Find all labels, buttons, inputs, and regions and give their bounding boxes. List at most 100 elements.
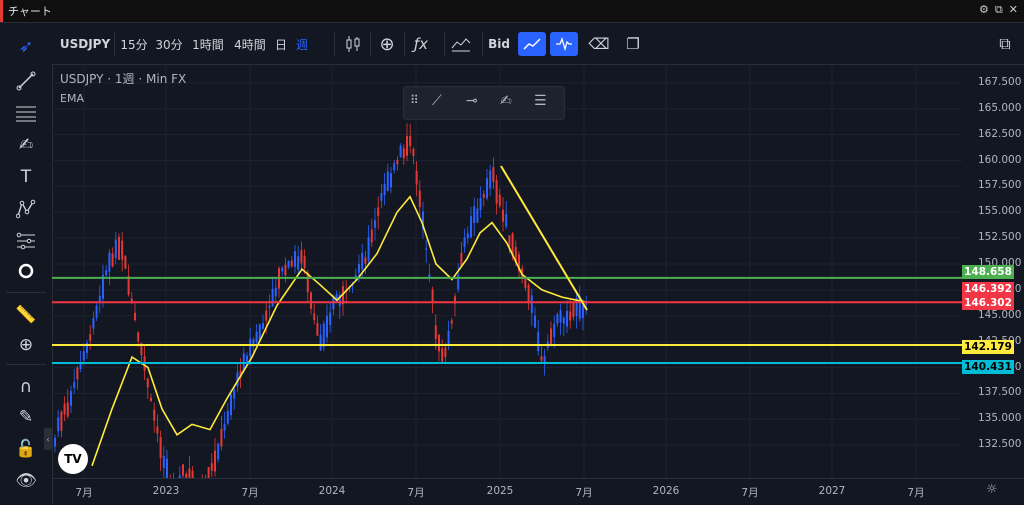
templates-icon[interactable]: [448, 32, 474, 56]
candle-body: [527, 285, 530, 304]
interval-30m[interactable]: 30分: [152, 32, 186, 56]
price-label: 145.000: [978, 308, 1022, 321]
trend-toggle-icon[interactable]: [518, 32, 546, 56]
layouts-icon[interactable]: ❐: [620, 32, 646, 56]
toolbar-divider: [334, 32, 335, 56]
candle-body: [409, 136, 412, 147]
candle-body: [217, 443, 220, 460]
clear-brush-icon[interactable]: ⌫: [586, 32, 612, 56]
horizontal-lines-icon[interactable]: [12, 100, 40, 126]
interval-1h[interactable]: 1時間: [188, 32, 228, 56]
lock-draw-icon[interactable]: ✎: [12, 404, 40, 430]
candle-body: [274, 287, 277, 297]
candle-body: [124, 255, 127, 269]
time-axis[interactable]: 7月 2023 7月 2024 7月 2025 7月 2026 7月 2027 7月: [52, 478, 1024, 505]
collapse-sidebar-icon[interactable]: ‹: [44, 428, 52, 450]
interval-15m[interactable]: 15分: [118, 32, 150, 56]
candle-body: [137, 332, 140, 342]
chart-legend-ema[interactable]: EMA: [60, 92, 84, 105]
price-tag: 140.431: [962, 360, 1014, 374]
candle-body: [76, 367, 79, 380]
candle-body: [79, 363, 82, 369]
popout-icon[interactable]: ⧉: [995, 3, 1003, 17]
trendline-icon[interactable]: ⟋: [432, 93, 442, 109]
time-label: 7月: [741, 487, 759, 499]
brush-icon[interactable]: ✍: [500, 93, 512, 109]
text-icon[interactable]: T: [12, 164, 40, 190]
candle-body: [438, 334, 440, 352]
trendline-icon[interactable]: [12, 68, 40, 94]
candle-body: [444, 347, 447, 357]
chart-toolbar: USDJPY 15分 30分 1時間 4時間 日 週 ⊕ ƒx Bid ⌫ ❐ …: [52, 24, 1024, 65]
candle-body: [374, 220, 376, 228]
circle-icon[interactable]: [12, 258, 40, 284]
candle-body: [255, 331, 258, 343]
candle-body: [82, 351, 85, 361]
candle-body: [329, 312, 332, 325]
price-label: 165.000: [978, 101, 1022, 114]
candle-body: [550, 328, 552, 344]
candle-body: [530, 295, 533, 313]
chart-settings-icon[interactable]: ☼: [986, 482, 998, 497]
toolbar-divider: [482, 32, 483, 56]
candle-body: [214, 450, 216, 472]
candle-body: [495, 180, 498, 204]
candle-body: [402, 148, 405, 159]
window-titlebar: チャート ⚙ ⧉ ✕: [0, 0, 1024, 23]
multi-window-icon[interactable]: ⧉: [992, 32, 1018, 56]
zoom-icon[interactable]: ⊕: [12, 332, 40, 358]
candle-body: [207, 467, 210, 478]
price-tag: 146.392: [962, 282, 1014, 296]
candle-body: [284, 264, 287, 276]
candle-body: [582, 305, 584, 318]
candles-icon[interactable]: [340, 32, 366, 56]
time-label: 2027: [818, 485, 846, 497]
candle-body: [482, 193, 485, 198]
candle-body: [310, 292, 312, 309]
eye-icon[interactable]: 👁: [12, 468, 40, 494]
price-chart[interactable]: [52, 64, 962, 478]
candle-body: [281, 267, 284, 272]
time-label: 7月: [241, 487, 259, 499]
close-icon[interactable]: ✕: [1009, 3, 1018, 17]
lines-icon[interactable]: ☰: [534, 93, 547, 109]
candle-body: [486, 178, 488, 199]
pattern-icon[interactable]: [12, 196, 40, 222]
candle-body: [447, 331, 450, 346]
candle-body: [399, 145, 402, 157]
interval-1d[interactable]: 日: [272, 32, 290, 56]
candle-body: [476, 208, 479, 223]
compare-add-icon[interactable]: ⊕: [374, 32, 400, 56]
cursor-icon[interactable]: ➶: [12, 34, 40, 60]
pulse-toggle-icon[interactable]: [550, 32, 578, 56]
toolbar-divider: [444, 32, 445, 56]
price-label: 160.000: [978, 153, 1022, 166]
window-title: チャート: [8, 5, 52, 18]
candle-body: [489, 170, 492, 189]
candle-body: [569, 311, 572, 321]
drag-handle-icon[interactable]: ⠿: [410, 93, 419, 107]
candle-body: [364, 257, 367, 264]
gear-icon[interactable]: ⚙: [979, 3, 989, 17]
window-controls: ⚙ ⧉ ✕: [979, 3, 1018, 17]
candle-body: [425, 248, 428, 250]
candle-body: [537, 332, 540, 352]
candle-body: [418, 190, 421, 208]
candle-body: [412, 148, 415, 156]
symbol-button[interactable]: USDJPY: [60, 32, 110, 56]
candle-body: [473, 206, 476, 223]
brush-icon[interactable]: ✍: [12, 132, 40, 158]
bid-button[interactable]: Bid: [486, 32, 512, 56]
prediction-icon[interactable]: [12, 228, 40, 254]
interval-1w[interactable]: 週: [292, 32, 312, 56]
toolbar-divider: [404, 32, 405, 56]
candle-body: [294, 251, 296, 267]
ruler-icon[interactable]: 📏: [12, 302, 40, 328]
hline-tool-icon[interactable]: ⊸: [466, 93, 478, 109]
candle-body: [434, 325, 437, 340]
indicators-icon[interactable]: ƒx: [408, 32, 434, 56]
lock-icon[interactable]: 🔓: [12, 436, 40, 462]
interval-4h[interactable]: 4時間: [230, 32, 270, 56]
magnet-icon[interactable]: ∩: [12, 374, 40, 400]
toolbar-divider: [370, 32, 371, 56]
